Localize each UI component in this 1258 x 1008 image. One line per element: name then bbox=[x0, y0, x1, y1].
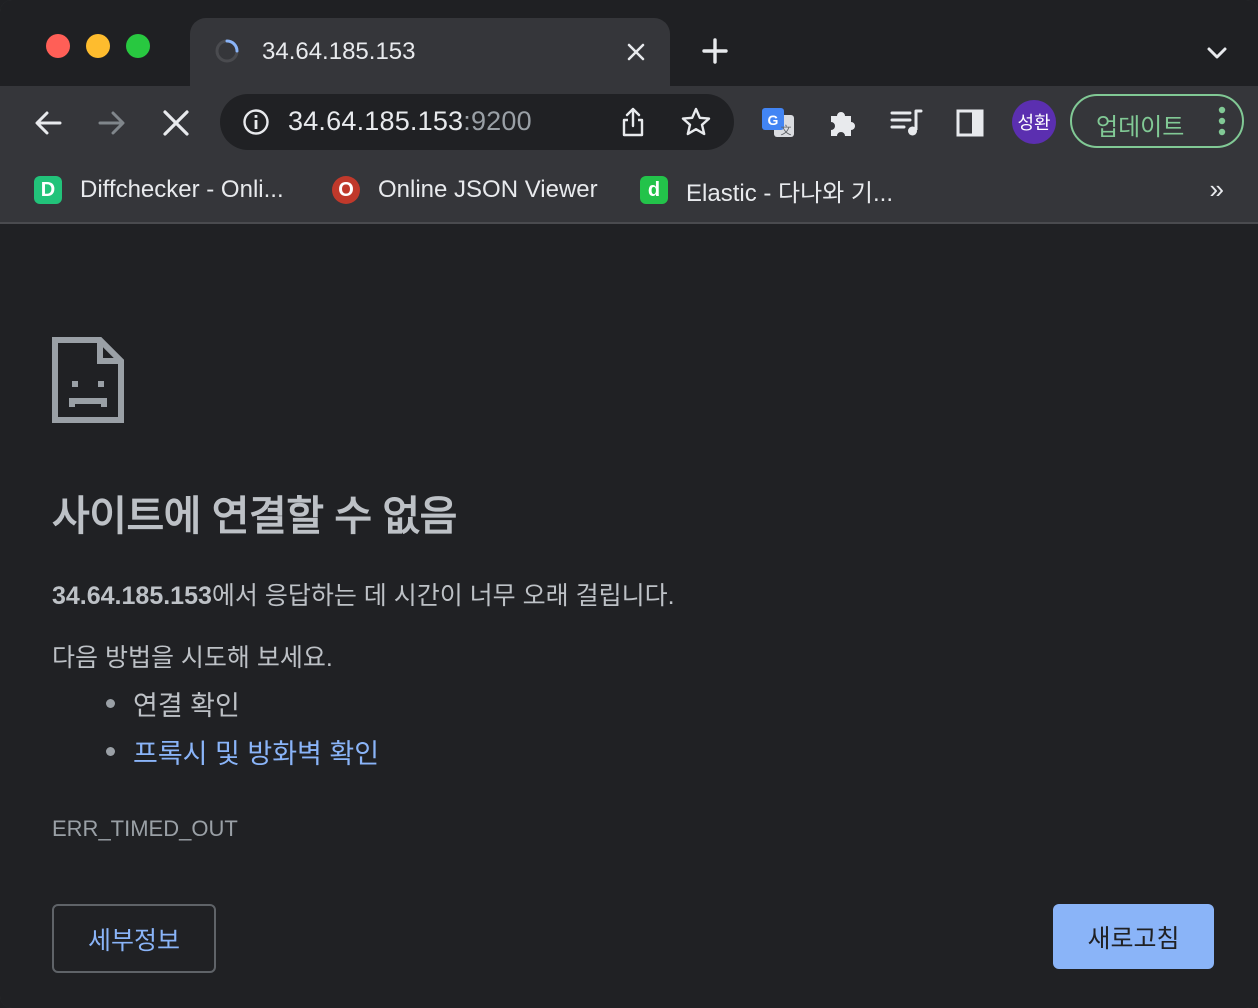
sad-document-icon bbox=[52, 337, 124, 423]
error-host: 34.64.185.153 bbox=[52, 582, 212, 610]
bookmarks-overflow-chevron[interactable]: » bbox=[1210, 174, 1224, 205]
toolbar: 34.64.185.153:9200 G 文 성환 업데이트 bbox=[0, 86, 1258, 160]
tab-close-icon[interactable] bbox=[622, 38, 650, 66]
bookmark-label: Diffchecker - Onli... bbox=[80, 176, 284, 203]
close-window-button[interactable] bbox=[46, 34, 70, 58]
new-tab-icon[interactable] bbox=[700, 36, 730, 66]
suggestion-item: 연결 확인 bbox=[106, 684, 240, 723]
update-button[interactable]: 업데이트 bbox=[1070, 94, 1244, 148]
share-icon[interactable] bbox=[618, 106, 648, 138]
active-tab[interactable]: 34.64.185.153 bbox=[190, 18, 670, 86]
back-button[interactable] bbox=[28, 103, 68, 143]
json-viewer-icon: O bbox=[332, 176, 360, 204]
bookmark-star-icon[interactable] bbox=[680, 106, 712, 138]
svg-text:G: G bbox=[768, 112, 779, 128]
bookmarks-bar: D Diffchecker - Onli... O Online JSON Vi… bbox=[0, 160, 1258, 224]
error-description: 34.64.185.153에서 응답하는 데 시간이 너무 오래 걸립니다. bbox=[52, 576, 675, 612]
playlist-music-icon bbox=[890, 109, 923, 136]
tab-strip: 34.64.185.153 bbox=[0, 0, 1258, 86]
google-translate-icon: G 文 bbox=[762, 108, 794, 137]
bookmark-diffchecker[interactable]: D Diffchecker - Onli... bbox=[34, 170, 284, 210]
stop-x-icon bbox=[163, 110, 189, 136]
puzzle-piece-icon bbox=[831, 112, 855, 136]
url-port: :9200 bbox=[463, 106, 532, 136]
back-arrow-icon bbox=[35, 111, 62, 135]
error-page: 사이트에 연결할 수 없음 34.64.185.153에서 응답하는 데 시간이… bbox=[0, 224, 1258, 1008]
browser-window: 34.64.185.153 34.64.185.153:9200 G 文 성환 … bbox=[0, 0, 1258, 1008]
chevron-down-icon[interactable] bbox=[1204, 40, 1230, 66]
update-label: 업데이트 bbox=[1096, 114, 1185, 141]
address-bar[interactable]: 34.64.185.153:9200 bbox=[220, 94, 734, 150]
forward-button[interactable] bbox=[92, 103, 132, 143]
suggestion-text: 연결 확인 bbox=[133, 691, 240, 721]
more-vert-icon bbox=[1218, 106, 1226, 136]
bookmark-elastic[interactable]: d Elastic - 다나와 기... bbox=[640, 170, 893, 210]
media-controls-button[interactable] bbox=[886, 103, 926, 143]
suggestion-item-link[interactable]: 프록시 및 방화벽 확인 bbox=[106, 732, 379, 771]
maximize-window-button[interactable] bbox=[126, 34, 150, 58]
suggestion-link-text[interactable]: 프록시 및 방화벽 확인 bbox=[133, 732, 379, 771]
tab-title: 34.64.185.153 bbox=[262, 38, 416, 65]
side-panel-button[interactable] bbox=[950, 103, 990, 143]
error-code: ERR_TIMED_OUT bbox=[52, 816, 238, 841]
site-info-icon[interactable] bbox=[242, 108, 270, 136]
bullet-icon bbox=[106, 747, 115, 756]
danawa-icon: d bbox=[640, 176, 668, 204]
minimize-window-button[interactable] bbox=[86, 34, 110, 58]
side-panel-icon bbox=[956, 109, 984, 137]
svg-text:文: 文 bbox=[781, 123, 792, 137]
forward-arrow-icon bbox=[98, 111, 125, 135]
profile-avatar[interactable]: 성환 bbox=[1012, 100, 1056, 144]
stop-loading-button[interactable] bbox=[156, 103, 196, 143]
error-description-rest: 에서 응답하는 데 시간이 너무 오래 걸립니다. bbox=[211, 582, 675, 610]
diffchecker-icon: D bbox=[34, 176, 62, 204]
details-button[interactable]: 세부정보 bbox=[52, 904, 216, 973]
reload-button[interactable]: 새로고침 bbox=[1053, 904, 1214, 969]
extensions-button[interactable] bbox=[822, 103, 862, 143]
bookmark-json-viewer[interactable]: O Online JSON Viewer bbox=[332, 170, 598, 210]
google-translate-button[interactable]: G 文 bbox=[758, 103, 798, 143]
bookmark-label: Elastic - 다나와 기... bbox=[686, 179, 894, 207]
url-host: 34.64.185.153 bbox=[288, 106, 464, 136]
try-heading: 다음 방법을 시도해 보세요. bbox=[52, 644, 333, 672]
bullet-icon bbox=[106, 699, 115, 708]
bookmark-label: Online JSON Viewer bbox=[378, 176, 598, 203]
url-text: 34.64.185.153:9200 bbox=[288, 106, 532, 137]
loading-spinner-icon bbox=[215, 39, 239, 63]
error-title: 사이트에 연결할 수 없음 bbox=[52, 493, 457, 539]
